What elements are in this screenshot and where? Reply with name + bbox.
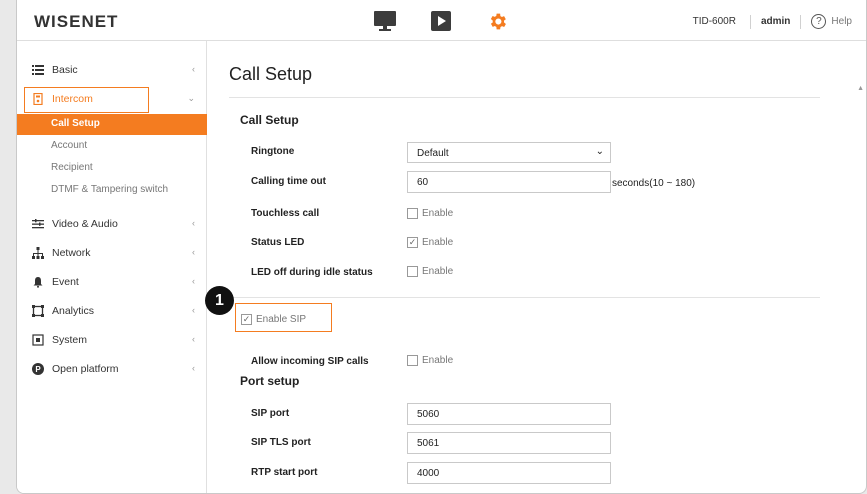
settings-gear-icon[interactable] [487,11,508,32]
checkmark-icon[interactable]: ✓ [241,314,252,325]
chevron-left-icon: ‹ [192,276,195,286]
chevron-down-icon: ⌄ [187,93,195,103]
chevron-left-icon: ‹ [192,64,195,74]
intercom-icon [33,93,43,105]
calling-timeout-suffix: seconds(10 ~ 180) [612,178,696,189]
checkbox-label: Enable SIP [256,314,307,325]
ringtone-label: Ringtone [251,146,295,157]
top-right-area: TID-600R admin ? Help [693,14,852,29]
sidebar-item-basic[interactable]: Basic ‹ [17,59,207,83]
status-led-checkbox[interactable]: ✓ Enable [407,237,453,248]
checkbox-label: Enable [422,355,454,366]
sidebar-subitem-label: Recipient [51,162,93,173]
app-window: WISENET TID-600R admin ? Help Basic ‹ In… [16,0,867,494]
monitor-icon[interactable] [374,11,396,32]
sidebar-item-label: Video & Audio [52,218,118,230]
model-name: TID-600R [692,16,736,27]
svg-text:P: P [35,365,41,374]
checkbox-box[interactable] [407,266,418,277]
calling-timeout-label: Calling time out [251,176,326,187]
step-number-badge: 1 [205,286,234,315]
sidebar-item-label: Analytics [52,305,95,317]
sidebar-item-label: Event [52,276,79,288]
checkbox-box[interactable] [407,208,418,219]
sidebar-item-label: Network [52,247,91,259]
chevron-left-icon: ‹ [192,363,195,373]
open-platform-icon: P [32,363,44,375]
divider [229,97,820,98]
divider [229,297,820,298]
sidebar-item-label: Intercom [52,93,93,105]
sip-tls-port-input[interactable]: 5061 [407,432,611,454]
checkbox-label: Enable [422,237,454,248]
status-led-label: Status LED [251,237,305,248]
sidebar-subitem-label: Call Setup [51,118,100,129]
chevron-left-icon: ‹ [192,305,195,315]
list-icon [32,65,44,75]
ringtone-select[interactable]: Default ⌄ [407,142,611,163]
chevron-left-icon: ‹ [192,334,195,344]
rtp-start-port-input[interactable]: 4000 [407,462,611,484]
sidebar-item-network[interactable]: Network ‹ [17,242,207,266]
checkbox-box[interactable] [407,355,418,366]
checkmark-icon[interactable]: ✓ [407,237,418,248]
checkbox-label: Enable [422,266,454,277]
sidebar-item-label: Basic [52,64,78,76]
page-title: Call Setup [229,64,313,84]
sidebar-subitem-account[interactable]: Account [17,136,207,157]
enable-sip-checkbox[interactable]: ✓ Enable SIP [241,314,306,325]
sidebar: Basic ‹ Intercom ⌄ Call Setup Account Re… [17,41,207,493]
scrollbar-up-arrow-icon[interactable]: ▲ [857,85,864,92]
sidebar-subitem-call-setup[interactable]: Call Setup [17,114,207,135]
chevron-left-icon: ‹ [192,247,195,257]
user-name[interactable]: admin [761,16,790,27]
main-content: Call Setup ▲ Call Setup Ringtone Default… [208,41,866,493]
sidebar-item-label: Open platform [52,363,119,375]
rtp-start-port-label: RTP start port [251,467,318,478]
sidebar-subitem-recipient[interactable]: Recipient [17,158,207,179]
allow-incoming-label: Allow incoming SIP calls [251,356,369,367]
touchless-call-checkbox[interactable]: Enable [407,208,453,219]
help-icon[interactable]: ? [811,14,827,29]
sidebar-subitem-label: Account [51,140,88,151]
touchless-call-label: Touchless call [251,208,320,219]
sidebar-item-analytics[interactable]: Analytics ‹ [17,300,207,324]
ringtone-value: Default [417,148,449,159]
bell-icon [33,277,43,288]
sidebar-subitem-label: DTMF & Tampering switch [51,184,169,195]
chevron-down-icon: ⌄ [595,146,604,157]
chevron-left-icon: ‹ [192,218,195,228]
sidebar-subitem-dtmf[interactable]: DTMF & Tampering switch [17,180,207,201]
sidebar-item-system[interactable]: System ‹ [17,329,207,353]
help-link[interactable]: Help [831,16,852,27]
section-title-port-setup: Port setup [240,374,300,388]
calling-timeout-input[interactable]: 60 [407,171,611,193]
sidebar-item-open-platform[interactable]: P Open platform ‹ [17,358,207,382]
wisenet-logo: WISENET [34,12,119,31]
playback-icon[interactable] [431,11,451,31]
sidebar-item-event[interactable]: Event ‹ [17,271,207,295]
section-title-call-setup: Call Setup [240,113,299,127]
allow-incoming-checkbox[interactable]: Enable [407,355,453,366]
sidebar-item-label: System [52,334,88,346]
sidebar-item-video-audio[interactable]: Video & Audio ‹ [17,213,207,237]
led-off-checkbox[interactable]: Enable [407,266,453,277]
system-icon [32,334,44,346]
video-audio-icon [32,219,44,229]
sip-port-input[interactable]: 5060 [407,403,611,425]
separator [749,14,751,29]
top-bar: WISENET TID-600R admin ? Help [17,0,866,41]
sip-tls-port-label: SIP TLS port [251,437,311,448]
led-off-label: LED off during idle status [251,267,373,278]
network-icon [32,247,44,259]
sidebar-item-intercom[interactable]: Intercom ⌄ [17,88,207,112]
separator [800,14,802,29]
sip-port-label: SIP port [251,408,290,419]
checkbox-label: Enable [422,208,454,219]
analytics-icon [32,305,44,317]
